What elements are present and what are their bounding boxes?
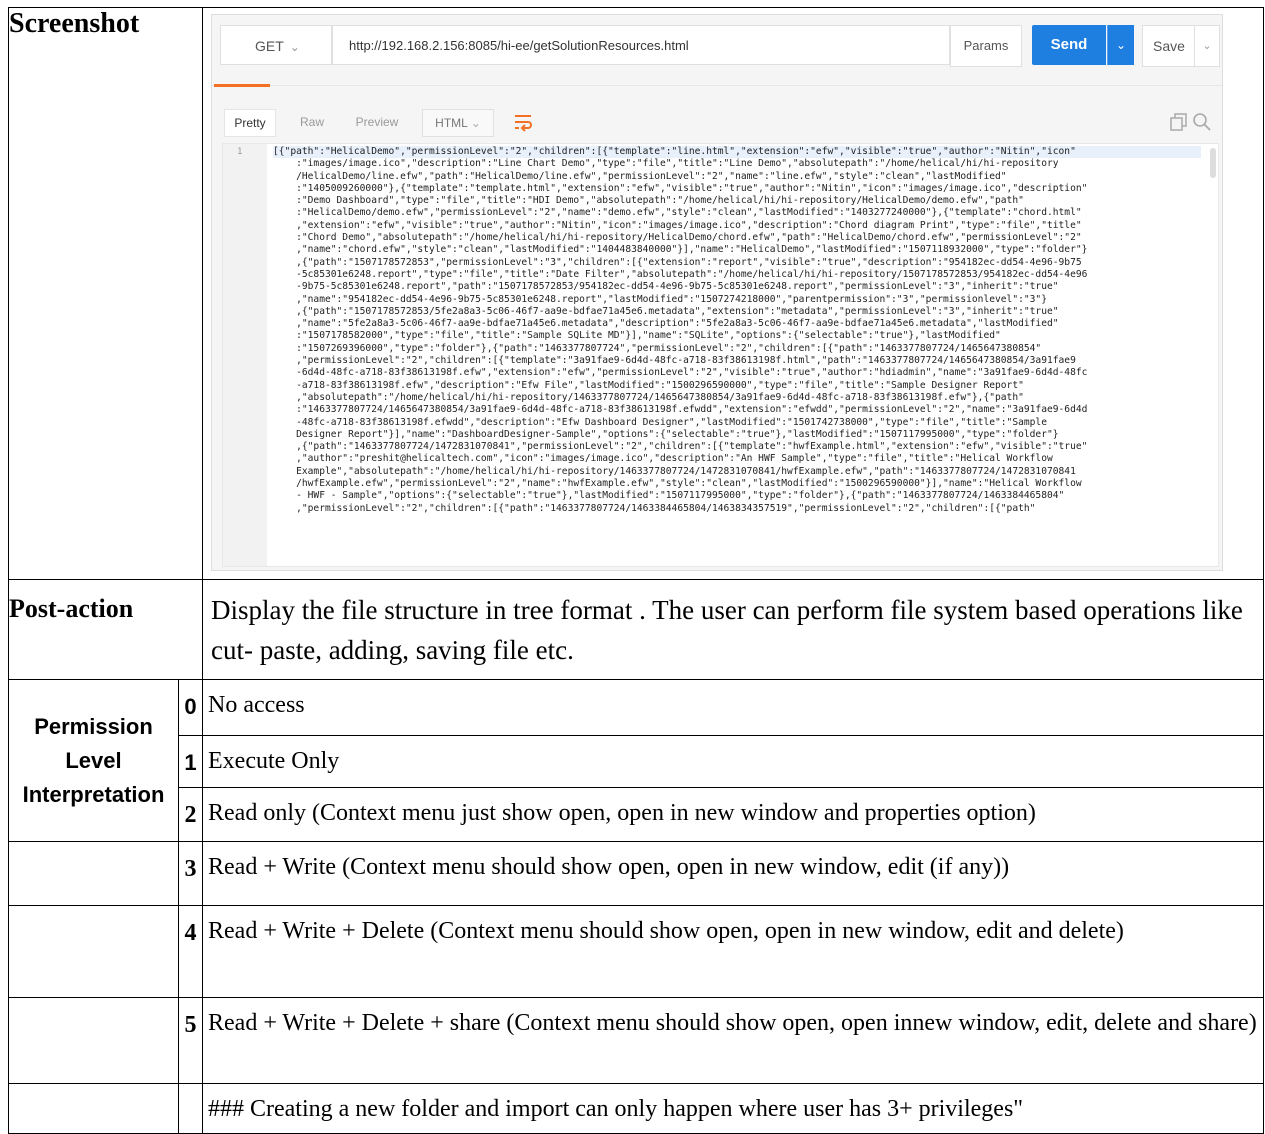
level-number: 4: [178, 905, 203, 998]
save-dropdown-chevron-icon[interactable]: ⌄: [1194, 25, 1220, 67]
tab-preview[interactable]: Preview: [346, 109, 408, 135]
request-bar: GET ⌄ http://192.168.2.156:8085/hi-ee/get…: [212, 15, 1222, 75]
code-line: :"images/image.ico","description":"Line …: [296, 158, 1059, 170]
post-action-label: Post-action: [8, 579, 203, 680]
level-description: Read + Write + Delete + share (Context m…: [202, 997, 1264, 1084]
tab-pretty[interactable]: Pretty: [224, 109, 276, 137]
note-text: ### Creating a new folder and import can…: [202, 1083, 1264, 1134]
level-number: [178, 1083, 203, 1134]
code-line: ,"absolutepath":"/home/helical/hi/hi-rep…: [296, 391, 1024, 403]
screenshot-row: Screenshot GET ⌄ http://192.168.2.156:808…: [8, 7, 1264, 580]
code-line: :"Chord Demo","absolutepath":"/home/heli…: [296, 232, 1082, 244]
code-line: :"HelicalDemo/demo.efw","permissionLevel…: [296, 207, 1082, 219]
permission-row: ### Creating a new folder and import can…: [8, 1083, 1264, 1134]
post-action-row: Post-action Display the file structure i…: [8, 579, 1264, 680]
permission-level-label: Permission Level Interpretation: [8, 679, 179, 842]
line-number: 1: [237, 147, 243, 157]
search-icon[interactable]: [1192, 112, 1212, 132]
level-description: No access: [202, 679, 1264, 736]
code-line: -5c85301e6248.report","type":"file","tit…: [296, 268, 1088, 280]
chevron-down-icon: ⌄: [470, 116, 481, 130]
scrollbar[interactable]: [1210, 148, 1216, 178]
format-label: HTML: [435, 116, 468, 130]
empty-cell: [8, 1083, 179, 1134]
code-line: ,"extension":"efw","visible":"true","aut…: [296, 219, 1082, 231]
chevron-down-icon: ⌄: [289, 40, 300, 54]
line-gutter: 1: [223, 144, 267, 566]
code-line: :"1463377807724/1465647380854/3a91fae9-6…: [296, 404, 1088, 416]
screenshot-cell: GET ⌄ http://192.168.2.156:8085/hi-ee/get…: [202, 7, 1264, 580]
send-button[interactable]: Send: [1032, 25, 1106, 65]
code-line: -a718-83f38613198f.efw","description":"E…: [296, 379, 1024, 391]
code-line: ,{"path":"1463377807724/1472831070841","…: [296, 441, 1088, 453]
permission-row: Permission Level Interpretation 0 No acc…: [8, 679, 1264, 842]
code-line: ,"permissionLevel":"2","children":[{"tem…: [296, 355, 1076, 367]
level-number: 3: [178, 841, 203, 906]
permission-row: 2 Read only (Context menu just show open…: [9, 787, 1264, 842]
save-button[interactable]: Save: [1142, 25, 1196, 67]
level-number: 1: [178, 735, 203, 788]
code-line: ,{"path":"1507178572853","permissionLeve…: [296, 256, 1082, 268]
post-action-text: Display the file structure in tree forma…: [202, 579, 1264, 680]
level-number: 2: [178, 787, 203, 842]
tab-divider: [212, 85, 1222, 86]
code-line: ,{"path":"1507178572853/5fe2a8a3-5c06-46…: [296, 305, 1059, 317]
response-body[interactable]: 1 [{"path":"HelicalDemo","permissionLeve…: [222, 143, 1219, 567]
method-select[interactable]: GET ⌄: [220, 25, 332, 65]
screenshot-label: Screenshot: [8, 7, 203, 580]
code-line: Example","absolutepath":"/home/helical/h…: [296, 465, 1076, 477]
permission-row: 1 Execute Only: [9, 735, 1264, 788]
code-line: :"1507178582000","type":"file","title":"…: [296, 330, 1001, 342]
active-tab-indicator: [214, 84, 270, 87]
wrap-lines-icon[interactable]: [512, 109, 534, 135]
spec-table: Screenshot GET ⌄ http://192.168.2.156:808…: [8, 7, 1264, 1134]
empty-cell: [8, 841, 179, 906]
method-label: GET: [255, 38, 284, 54]
code-line: -6d4d-48fc-a718-83f38613198f.efw","exten…: [296, 367, 1088, 379]
level-number: 5: [178, 997, 203, 1084]
response-json-text: [{"path":"HelicalDemo","permissionLevel"…: [273, 146, 1201, 515]
params-button[interactable]: Params: [950, 25, 1022, 67]
response-toolbar: Pretty Raw Preview HTML ⌄: [212, 100, 1222, 142]
level-number: 0: [178, 679, 203, 736]
level-description: Read + Write (Context menu should show o…: [202, 841, 1264, 906]
code-line: ,"name":"5fe2a8a3-5c06-46f7-aa9e-bdfae71…: [296, 318, 1059, 330]
code-line: ,"permissionLevel":"2","children":[{"pat…: [296, 502, 1036, 514]
level-description: Execute Only: [202, 735, 1264, 788]
send-dropdown-chevron-icon[interactable]: ⌄: [1107, 25, 1134, 65]
permission-row: 5 Read + Write + Delete + share (Context…: [8, 997, 1264, 1084]
code-line: ,"author":"preshit@helicaltech.com","ico…: [296, 453, 1053, 465]
code-line: - HWF - Sample","options":{"selectable":…: [296, 490, 1065, 502]
code-line: ,"name":"chord.efw","style":"clean","las…: [296, 244, 1088, 256]
empty-cell: [8, 997, 179, 1084]
format-select[interactable]: HTML ⌄: [422, 109, 494, 137]
tab-raw[interactable]: Raw: [290, 109, 334, 135]
code-line: :"Demo Dashboard","type":"file","title":…: [296, 195, 1024, 207]
url-input[interactable]: http://192.168.2.156:8085/hi-ee/getSolut…: [332, 25, 950, 65]
code-line: /hwfExample.efw","permissionLevel":"2","…: [296, 478, 1082, 490]
postman-screenshot: GET ⌄ http://192.168.2.156:8085/hi-ee/get…: [211, 14, 1223, 571]
level-description: Read only (Context menu just show open, …: [202, 787, 1264, 842]
code-line: :"1507269396000","type":"folder"},{"path…: [296, 342, 1042, 354]
copy-icon[interactable]: [1170, 113, 1188, 131]
level-description: Read + Write + Delete (Context menu shou…: [202, 905, 1264, 998]
code-line: Designer Report"}],"name":"DashboardDesi…: [296, 428, 1059, 440]
code-line: ,"name":"954182ec-dd54-4e96-9b75-5c85301…: [296, 293, 1047, 305]
empty-cell: [8, 905, 179, 998]
code-line: [{"path":"HelicalDemo","permissionLevel"…: [273, 146, 1076, 157]
code-line: /HelicalDemo/line.efw","path":"HelicalDe…: [296, 170, 1007, 182]
code-line: -48fc-a718-83f38613198f.efwdd","descript…: [296, 416, 1047, 428]
code-line: -9b75-5c85301e6248.report","path":"15071…: [296, 281, 1059, 293]
code-line: :"1405009260000"},{"template":"template.…: [296, 182, 1088, 194]
document-page: Screenshot GET ⌄ http://192.168.2.156:808…: [0, 0, 1265, 1134]
permission-row: 4 Read + Write + Delete (Context menu sh…: [8, 905, 1264, 998]
permission-row: 3 Read + Write (Context menu should show…: [8, 841, 1264, 906]
